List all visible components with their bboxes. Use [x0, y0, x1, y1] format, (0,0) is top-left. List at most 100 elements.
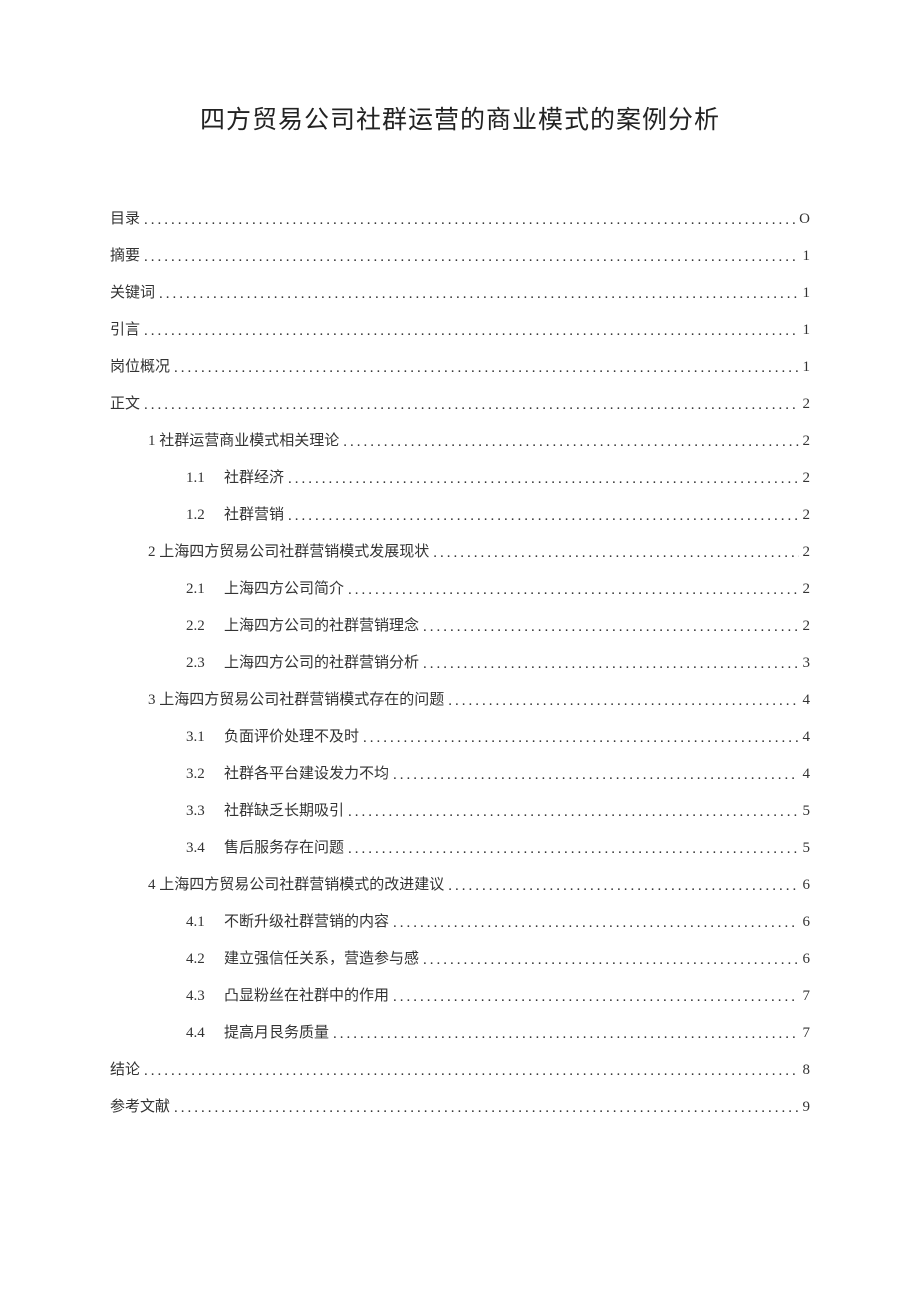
toc-leader-dots	[448, 694, 798, 709]
toc-entry-page: 2	[803, 471, 811, 486]
document-title: 四方贸易公司社群运营的商业模式的案例分析	[110, 100, 810, 136]
toc-entry-page: 6	[803, 952, 811, 967]
toc-entry-page: 8	[803, 1063, 811, 1078]
toc-entry-label: 社群缺乏长期吸引	[224, 804, 344, 819]
toc-entry: 4.3凸显粉丝在社群中的作用7	[110, 989, 810, 1004]
toc-entry: 4.4提高月艮务质量7	[110, 1026, 810, 1041]
toc-leader-dots	[144, 213, 795, 228]
toc-leader-dots	[174, 361, 798, 376]
toc-leader-dots	[144, 398, 798, 413]
toc-leader-dots	[333, 1027, 798, 1042]
toc-entry-number: 1.1	[186, 471, 218, 486]
toc-entry-label: 引言	[110, 323, 140, 338]
toc-entry-page: 2	[803, 397, 811, 412]
toc-entry-label: 目录	[110, 212, 140, 227]
toc-leader-dots	[393, 768, 798, 783]
toc-leader-dots	[348, 842, 798, 857]
toc-entry-label: 社群营销	[224, 508, 284, 523]
toc-leader-dots	[348, 583, 798, 598]
toc-entry-page: O	[799, 212, 810, 227]
toc-leader-dots	[288, 472, 798, 487]
toc-entry-number: 3.4	[186, 841, 218, 856]
toc-leader-dots	[448, 879, 798, 894]
toc-leader-dots	[363, 731, 798, 746]
toc-entry-page: 1	[803, 286, 811, 301]
toc-entry-number: 4.3	[186, 989, 218, 1004]
toc-entry-number: 2.1	[186, 582, 218, 597]
toc-entry: 目录 O	[110, 212, 810, 227]
toc-leader-dots	[423, 620, 798, 635]
toc-entry-number: 1.2	[186, 508, 218, 523]
toc-entry: 正文 2	[110, 397, 810, 412]
toc-entry: 1.1 社群经济 2	[110, 471, 810, 486]
toc-entry: 3 上海四方贸易公司社群营销模式存在的问题 4	[110, 693, 810, 708]
toc-entry: 3.2社群各平台建设发力不均4	[110, 767, 810, 782]
toc-entry-page: 5	[803, 804, 811, 819]
toc-entry-label: 3 上海四方贸易公司社群营销模式存在的问题	[148, 693, 444, 708]
toc-entry-page: 2	[803, 582, 811, 597]
toc-leader-dots	[423, 953, 798, 968]
toc-entry-page: 1	[803, 323, 811, 338]
toc-entry-label: 社群各平台建设发力不均	[224, 767, 389, 782]
toc-leader-dots	[144, 324, 798, 339]
toc-entry-number: 2.3	[186, 656, 218, 671]
toc-leader-dots	[159, 287, 798, 302]
toc-entry: 结论 8	[110, 1063, 810, 1078]
toc-entry: 摘要 1	[110, 249, 810, 264]
toc-entry-label: 正文	[110, 397, 140, 412]
toc-leader-dots	[348, 805, 798, 820]
toc-entry-label: 关键词	[110, 286, 155, 301]
toc-entry-page: 2	[803, 434, 811, 449]
toc-entry-label: 结论	[110, 1063, 140, 1078]
toc-entry-label: 2 上海四方贸易公司社群营销模式发展现状	[148, 545, 429, 560]
toc-entry-page: 1	[803, 249, 811, 264]
toc-entry-page: 4	[803, 693, 811, 708]
toc-entry-label: 不断升级社群营销的内容	[224, 915, 389, 930]
table-of-contents: 目录O摘要1关键词1引言1岗位概况1正文21 社群运营商业模式相关理论21.1社…	[110, 212, 810, 1115]
toc-leader-dots	[343, 435, 798, 450]
toc-leader-dots	[144, 250, 798, 265]
toc-entry: 2.3 上海四方公司的社群营销分析 3	[110, 656, 810, 671]
toc-entry-page: 3	[803, 656, 811, 671]
toc-entry-label: 提高月艮务质量	[224, 1026, 329, 1041]
toc-entry: 3.4 售后服务存在问题 5	[110, 841, 810, 856]
toc-entry: 参考文献9	[110, 1100, 810, 1115]
toc-entry-page: 5	[803, 841, 811, 856]
toc-entry-page: 6	[803, 915, 811, 930]
toc-entry-label: 负面评价处理不及时	[224, 730, 359, 745]
toc-entry-label: 上海四方公司简介	[224, 582, 344, 597]
toc-leader-dots	[423, 657, 798, 672]
toc-entry-label: 社群经济	[224, 471, 284, 486]
toc-entry: 4.2建立强信任关系，营造参与感6	[110, 952, 810, 967]
toc-entry: 4.1 不断升级社群营销的内容 6	[110, 915, 810, 930]
toc-entry-label: 4 上海四方贸易公司社群营销模式的改进建议	[148, 878, 444, 893]
toc-entry: 3.1负面评价处理不及时4	[110, 730, 810, 745]
toc-entry-number: 3.2	[186, 767, 218, 782]
toc-leader-dots	[174, 1101, 798, 1116]
toc-entry-label: 建立强信任关系，营造参与感	[224, 952, 419, 967]
toc-entry-page: 1	[803, 360, 811, 375]
toc-leader-dots	[144, 1064, 798, 1079]
toc-entry-number: 3.3	[186, 804, 218, 819]
toc-entry-label: 上海四方公司的社群营销分析	[224, 656, 419, 671]
toc-entry-label: 售后服务存在问题	[224, 841, 344, 856]
toc-entry-page: 7	[803, 989, 811, 1004]
toc-entry-number: 4.1	[186, 915, 218, 930]
toc-entry: 2 上海四方贸易公司社群营销模式发展现状 2	[110, 545, 810, 560]
toc-entry-label: 摘要	[110, 249, 140, 264]
toc-entry: 岗位概况1	[110, 360, 810, 375]
toc-entry: 1 社群运营商业模式相关理论 2	[110, 434, 810, 449]
toc-entry-page: 2	[803, 619, 811, 634]
toc-entry: 2.1 上海四方公司简介 2	[110, 582, 810, 597]
toc-leader-dots	[393, 990, 798, 1005]
toc-entry-number: 2.2	[186, 619, 218, 634]
toc-entry-page: 2	[803, 545, 811, 560]
toc-entry-label: 1 社群运营商业模式相关理论	[148, 434, 339, 449]
toc-leader-dots	[393, 916, 798, 931]
toc-entry-number: 3.1	[186, 730, 218, 745]
toc-leader-dots	[433, 546, 798, 561]
toc-entry-page: 6	[803, 878, 811, 893]
toc-entry-label: 上海四方公司的社群营销理念	[224, 619, 419, 634]
toc-entry: 3.3 社群缺乏长期吸引 5	[110, 804, 810, 819]
toc-entry: 2.2 上海四方公司的社群营销理念 2	[110, 619, 810, 634]
